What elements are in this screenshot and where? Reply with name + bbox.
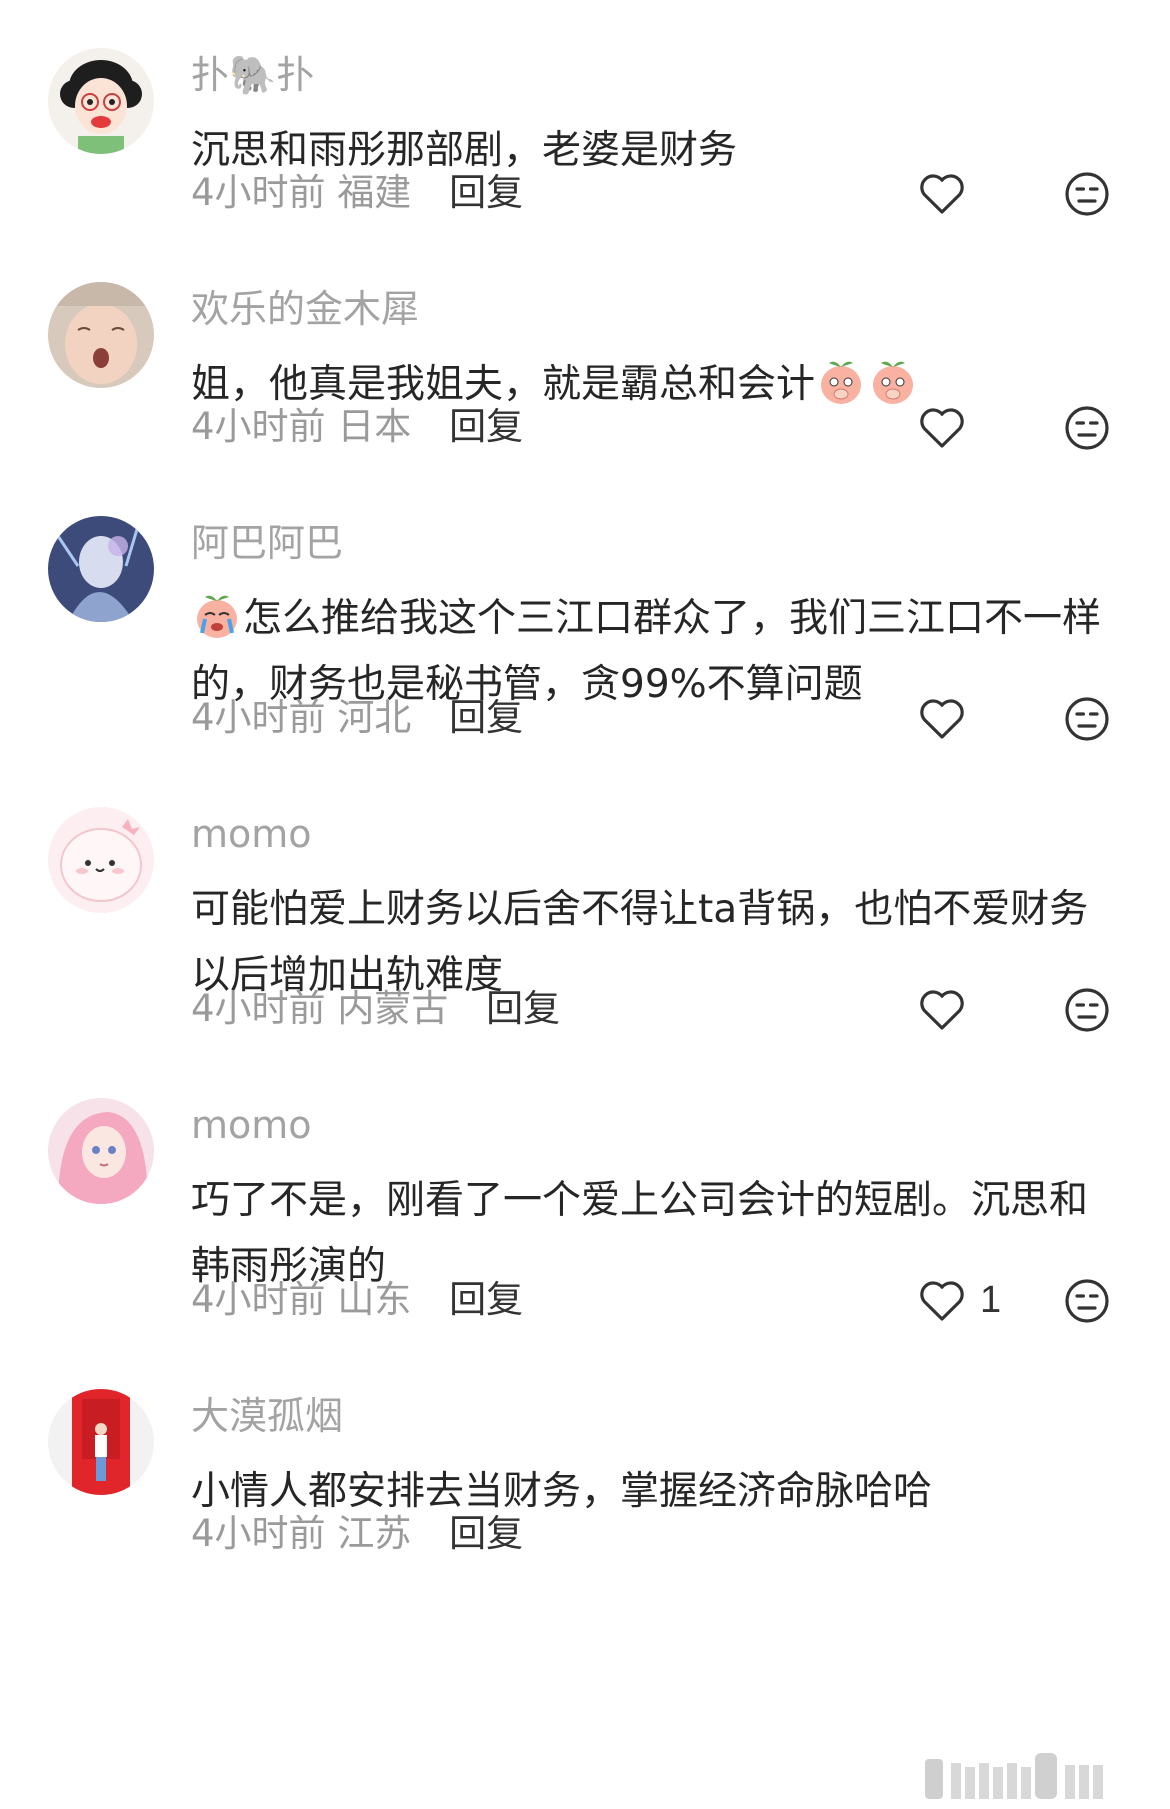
comment-meta: 4小时前 江苏 回复 [191, 1509, 523, 1559]
unamused-face-icon[interactable] [1063, 695, 1111, 743]
avatar[interactable] [48, 516, 154, 622]
heart-outline-icon [920, 990, 964, 1030]
reply-button[interactable]: 回复 [449, 696, 523, 739]
comment-text-body: 怎么推给我这个三江口群众了，我们三江口不一样的，财务也是秘书管，贪99%不算问题 [191, 596, 1102, 707]
username[interactable]: momo [191, 809, 312, 859]
like-button[interactable] [918, 693, 980, 743]
reply-button[interactable]: 回复 [449, 171, 523, 214]
comment-time: 4小时前 [191, 405, 326, 448]
username[interactable]: momo [191, 1100, 312, 1150]
unamused-face-icon[interactable] [1063, 404, 1111, 452]
reply-button[interactable]: 回复 [486, 987, 560, 1030]
comment-meta: 4小时前 日本 回复 [191, 402, 523, 452]
comment-time: 4小时前 [191, 1278, 326, 1321]
comment-location: 河北 [337, 696, 412, 739]
watermark-logo [925, 1753, 1103, 1799]
heart-outline-icon [920, 174, 964, 214]
reply-button[interactable]: 回复 [449, 1512, 523, 1555]
like-button[interactable] [918, 168, 980, 218]
username[interactable]: 阿巴阿巴 [191, 518, 343, 568]
heart-outline-icon [920, 699, 964, 739]
like-button[interactable] [918, 984, 980, 1034]
comment-time: 4小时前 [191, 171, 326, 214]
avatar[interactable] [48, 807, 154, 913]
unamused-face-icon[interactable] [1063, 1277, 1111, 1325]
comment-meta: 4小时前 山东 回复 [191, 1275, 523, 1325]
avatar[interactable] [48, 48, 154, 154]
unamused-face-icon[interactable] [1063, 170, 1111, 218]
like-button[interactable] [918, 402, 980, 452]
username[interactable]: 大漠孤烟 [191, 1391, 343, 1441]
peach-covering-mouth-emoji [873, 361, 914, 404]
like-button[interactable]: 1 [918, 1275, 1001, 1325]
avatar[interactable] [48, 1098, 154, 1204]
comment-meta: 4小时前 福建 回复 [191, 168, 523, 218]
username[interactable]: 扑🐘扑 [191, 50, 314, 100]
unamused-face-icon[interactable] [1063, 986, 1111, 1034]
comment-location: 内蒙古 [337, 987, 449, 1030]
comment-meta: 4小时前 内蒙古 回复 [191, 984, 560, 1034]
reply-button[interactable]: 回复 [449, 405, 523, 448]
comment-meta: 4小时前 河北 回复 [191, 693, 523, 743]
avatar[interactable] [48, 282, 154, 388]
comment-time: 4小时前 [191, 1512, 326, 1555]
username[interactable]: 欢乐的金木犀 [191, 284, 419, 334]
peach-covering-mouth-emoji [821, 361, 862, 404]
crying-peach-emoji [197, 595, 237, 638]
like-count: 1 [980, 1278, 1002, 1321]
comment-location: 福建 [337, 171, 412, 214]
comment-location: 山东 [337, 1278, 412, 1321]
comment-time: 4小时前 [191, 987, 326, 1030]
reply-button[interactable]: 回复 [449, 1278, 523, 1321]
heart-outline-icon [920, 1281, 964, 1321]
heart-outline-icon [920, 408, 964, 448]
comment-location: 日本 [337, 405, 412, 448]
avatar[interactable] [48, 1389, 154, 1495]
comment-location: 江苏 [337, 1512, 412, 1555]
comment-text-body: 姐，他真是我姐夫，就是霸总和会计 [191, 362, 816, 407]
comment-time: 4小时前 [191, 696, 326, 739]
